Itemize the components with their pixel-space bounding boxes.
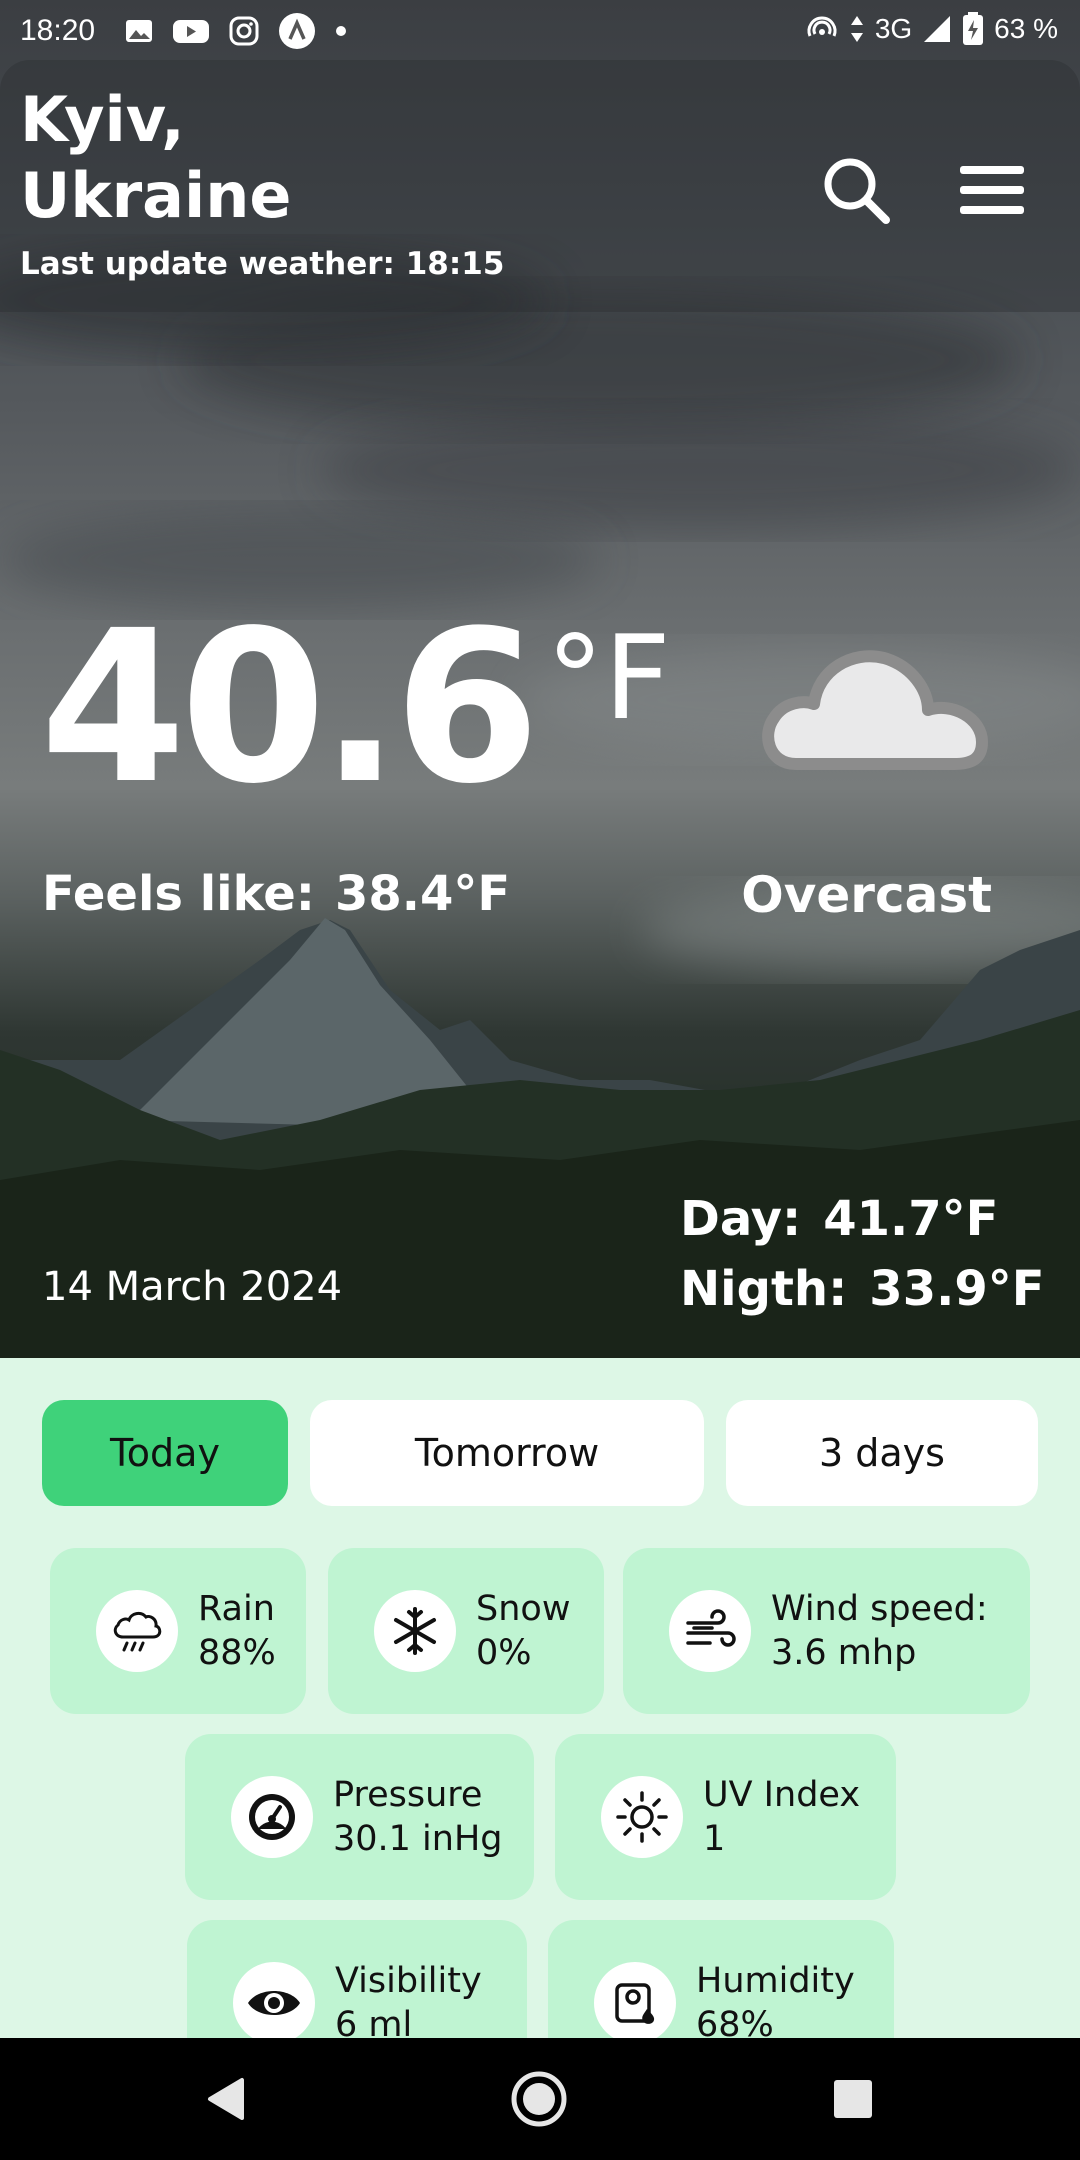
night-temp-row: Nigth: 33.9°F bbox=[680, 1254, 1045, 1324]
eye-icon bbox=[233, 1962, 315, 2044]
humidity-icon bbox=[594, 1962, 676, 2044]
data-arrows-icon bbox=[850, 16, 863, 42]
wind-card: Wind speed: 3.6 mhp bbox=[623, 1548, 1030, 1714]
day-night-temps: Day: 41.7°F Nigth: 33.9°F bbox=[680, 1184, 1045, 1324]
app-icon bbox=[279, 13, 315, 49]
city-name: Kyiv, Ukraine bbox=[20, 82, 520, 234]
uv-value: 1 bbox=[703, 1819, 726, 1859]
hotspot-icon bbox=[807, 16, 837, 37]
gallery-icon bbox=[126, 20, 152, 42]
battery-icon bbox=[963, 12, 984, 45]
snow-label: Snow bbox=[476, 1589, 571, 1629]
pressure-card: Pressure 30.1 inHg bbox=[185, 1734, 534, 1900]
signal-icon bbox=[924, 16, 951, 42]
night-label: Nigth: bbox=[680, 1261, 848, 1317]
visibility-label: Visibility bbox=[335, 1961, 482, 2001]
rain-cloud-icon bbox=[96, 1590, 178, 1672]
system-icons: 3G 63 % bbox=[805, 12, 1058, 46]
home-icon[interactable] bbox=[498, 2058, 580, 2140]
pressure-value: 30.1 inHg bbox=[333, 1819, 503, 1859]
feels-like-label: Feels like: bbox=[42, 866, 315, 922]
night-value: 33.9°F bbox=[869, 1261, 1045, 1317]
back-icon[interactable] bbox=[186, 2058, 268, 2140]
humidity-label: Humidity bbox=[696, 1961, 855, 2001]
youtube-icon bbox=[173, 20, 209, 43]
temperature-unit: °F bbox=[546, 611, 671, 746]
pressure-label: Pressure bbox=[333, 1775, 483, 1815]
recents-icon[interactable] bbox=[812, 2058, 894, 2140]
navigation-bar bbox=[0, 2038, 1080, 2160]
city-line-2: Ukraine bbox=[20, 159, 292, 232]
uv-index-card: UV Index 1 bbox=[555, 1734, 896, 1900]
last-update-text: Last update weather: 18:15 bbox=[20, 246, 505, 282]
tab-tomorrow[interactable]: Tomorrow bbox=[310, 1400, 704, 1506]
network-type: 3G bbox=[874, 13, 913, 44]
instagram-icon bbox=[229, 16, 259, 46]
status-bar: 18:20 3G 63 % bbox=[0, 0, 1080, 62]
tab-3-days[interactable]: 3 days bbox=[726, 1400, 1038, 1506]
snowflake-icon bbox=[374, 1590, 456, 1672]
rain-value: 88% bbox=[198, 1633, 276, 1673]
rain-label: Rain bbox=[198, 1589, 275, 1629]
uv-label: UV Index bbox=[703, 1775, 861, 1815]
cloud-icon bbox=[762, 650, 988, 770]
menu-icon[interactable] bbox=[952, 150, 1032, 230]
day-value: 41.7°F bbox=[823, 1191, 999, 1247]
feels-like: Feels like: 38.4°F bbox=[42, 866, 510, 922]
status-time: 18:20 bbox=[20, 14, 96, 47]
feels-like-value: 38.4°F bbox=[334, 866, 511, 922]
wind-icon bbox=[669, 1590, 751, 1672]
dot-icon bbox=[336, 26, 346, 36]
search-icon[interactable] bbox=[816, 150, 896, 230]
battery-percent: 63 % bbox=[994, 13, 1058, 44]
notification-icons bbox=[124, 12, 348, 50]
city-line-1: Kyiv, bbox=[20, 83, 185, 156]
snow-card: Snow 0% bbox=[328, 1548, 604, 1714]
tab-today[interactable]: Today bbox=[42, 1400, 288, 1506]
sun-icon bbox=[601, 1776, 683, 1858]
weather-condition: Overcast bbox=[741, 866, 992, 924]
gauge-icon bbox=[231, 1776, 313, 1858]
current-temperature: 40.6 bbox=[40, 585, 540, 830]
rain-card: Rain 88% bbox=[50, 1548, 306, 1714]
current-date: 14 March 2024 bbox=[42, 1264, 343, 1310]
wind-label: Wind speed: bbox=[771, 1589, 988, 1629]
day-temp-row: Day: 41.7°F bbox=[680, 1184, 1045, 1254]
snow-value: 0% bbox=[476, 1633, 532, 1673]
day-label: Day: bbox=[680, 1191, 802, 1247]
wind-value: 3.6 mhp bbox=[771, 1633, 917, 1673]
